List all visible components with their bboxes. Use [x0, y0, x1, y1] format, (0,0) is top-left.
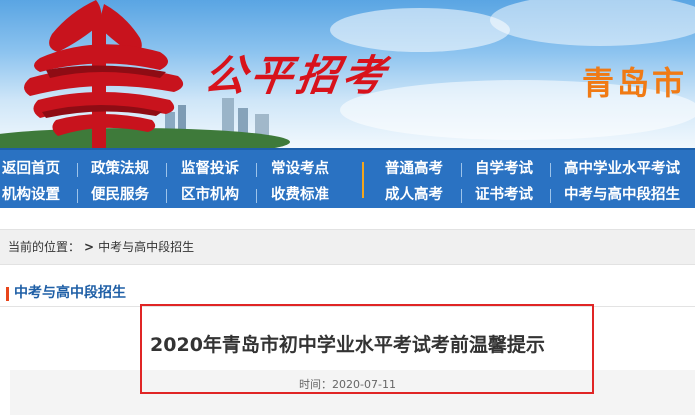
nav-link-certificate-exam[interactable]: 证书考试 — [475, 181, 533, 209]
nav-separator — [166, 163, 167, 177]
header-banner: 公平招考 青岛市 — [0, 0, 695, 148]
article-title: 2020年青岛市初中学业水平考试考前温馨提示 — [150, 334, 545, 356]
nav-link-public-service[interactable]: 便民服务 — [91, 181, 149, 209]
breadcrumb: 当前的位置： > 中考与高中段招生 — [0, 229, 695, 265]
nav-link-high-school-admission[interactable]: 中考与高中段招生 — [564, 181, 680, 209]
nav-link-adult-exam[interactable]: 成人高考 — [385, 181, 443, 209]
nav-separator — [256, 163, 257, 177]
nav-link-exam-sites[interactable]: 常设考点 — [271, 155, 329, 183]
nav-row-2: 机构设置 便民服务 区市机构 收费标准 成人高考 证书考试 中考与高中段招生 — [0, 181, 695, 209]
banner-slogan: 公平招考 — [201, 51, 393, 100]
section-title: 中考与高中段招生 — [14, 285, 126, 301]
breadcrumb-arrow: > — [84, 240, 95, 254]
section-header: 中考与高中段招生 — [0, 278, 695, 307]
nav-link-college-exam[interactable]: 普通高考 — [385, 155, 443, 183]
nav-link-organization[interactable]: 机构设置 — [2, 181, 60, 209]
nav-separator — [550, 163, 551, 177]
breadcrumb-trail: 当前的位置： > 中考与高中段招生 — [8, 230, 194, 264]
nav-separator — [550, 189, 551, 203]
banner-city-name: 青岛市 — [582, 64, 688, 102]
nav-group-divider — [362, 162, 364, 198]
nav-separator — [77, 163, 78, 177]
nav-link-policies[interactable]: 政策法规 — [91, 155, 149, 183]
nav-separator — [461, 189, 462, 203]
nav-link-district-offices[interactable]: 区市机构 — [181, 181, 239, 209]
nav-link-self-study-exam[interactable]: 自学考试 — [475, 155, 533, 183]
nav-link-academic-test[interactable]: 高中学业水平考试 — [564, 155, 680, 183]
main-navigation: 返回首页 政策法规 监督投诉 常设考点 普通高考 自学考试 高中学业水平考试 机… — [0, 148, 695, 208]
section-marker — [6, 287, 9, 301]
nav-link-complaints[interactable]: 监督投诉 — [181, 155, 239, 183]
nav-link-fees[interactable]: 收费标准 — [271, 181, 329, 209]
breadcrumb-label: 当前的位置： — [8, 240, 81, 254]
nav-link-home[interactable]: 返回首页 — [2, 155, 60, 183]
nav-row-1: 返回首页 政策法规 监督投诉 常设考点 普通高考 自学考试 高中学业水平考试 — [0, 155, 695, 183]
nav-separator — [256, 189, 257, 203]
nav-separator — [461, 163, 462, 177]
article-date: 时间：2020-07-11 — [299, 378, 396, 391]
nav-separator — [77, 189, 78, 203]
breadcrumb-link-current[interactable]: 中考与高中段招生 — [98, 240, 194, 254]
nav-separator — [166, 189, 167, 203]
